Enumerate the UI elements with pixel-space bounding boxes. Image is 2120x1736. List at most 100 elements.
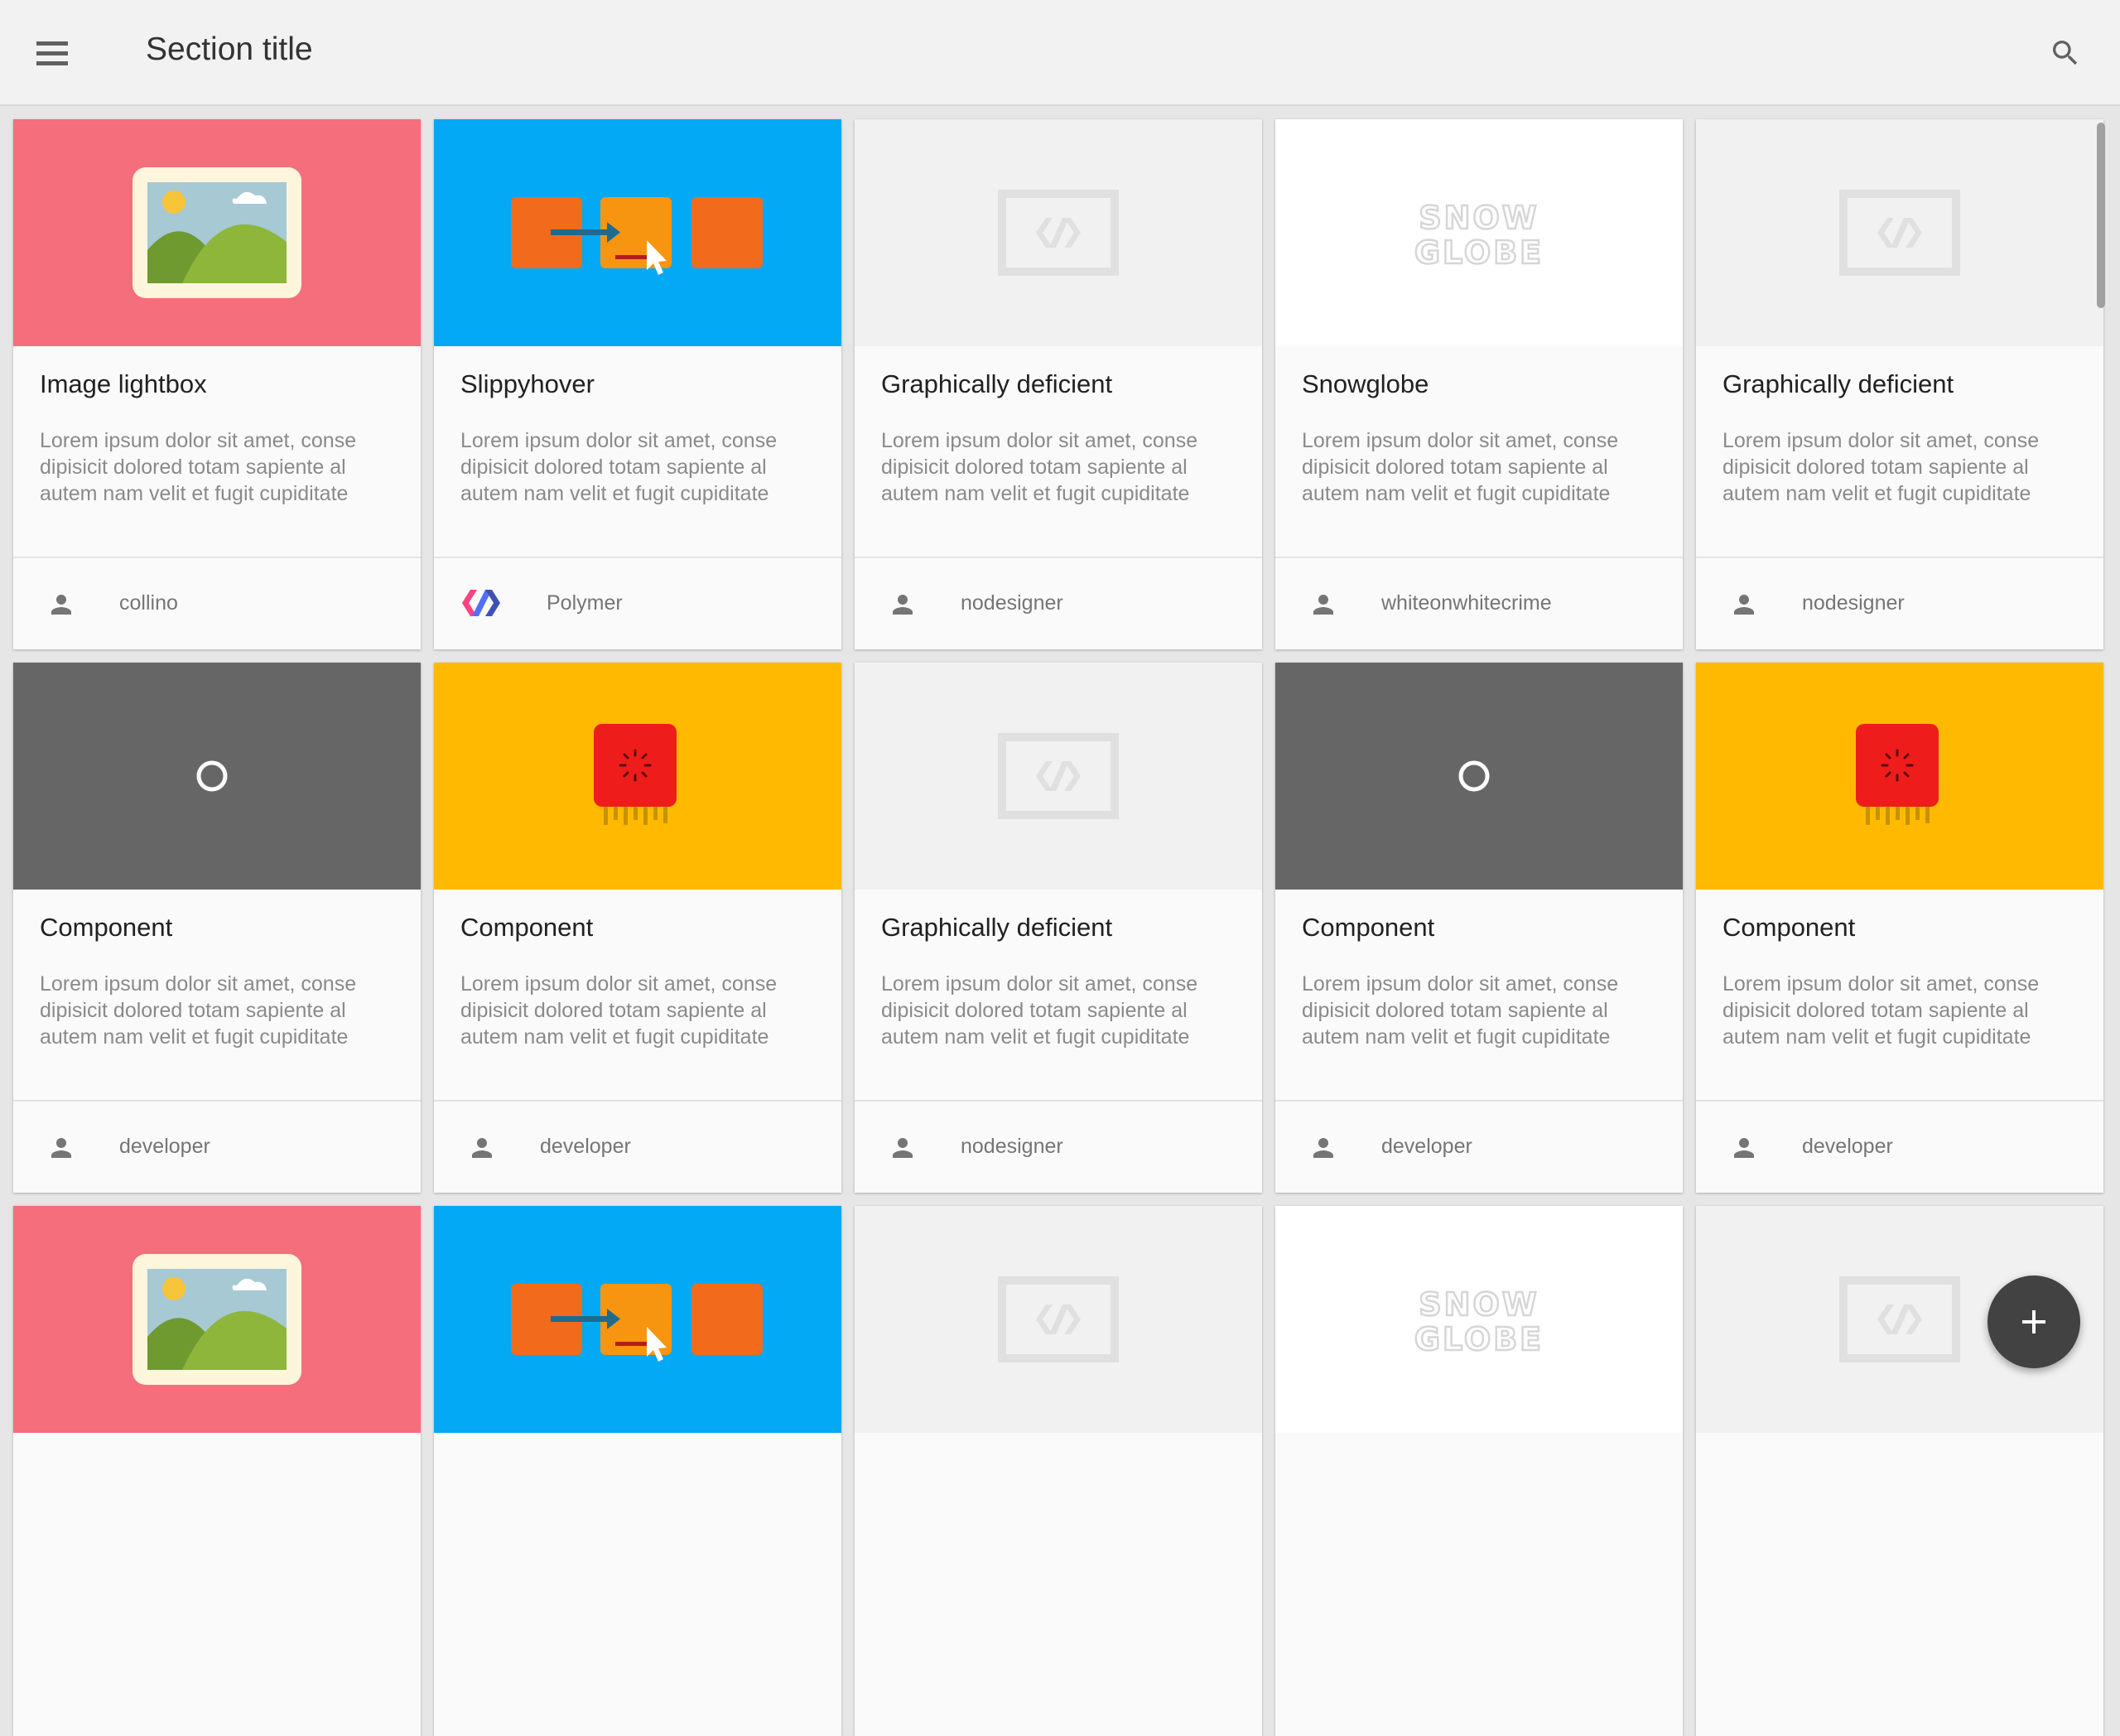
image-lightbox-icon bbox=[132, 167, 301, 298]
card-thumbnail bbox=[13, 119, 421, 346]
card[interactable]: Component Lorem ipsum dolor sit amet, co… bbox=[434, 663, 841, 1193]
card-footer: nodesigner bbox=[855, 557, 1262, 649]
card-description: Lorem ipsum dolor sit amet, conse dipisi… bbox=[40, 429, 357, 505]
card-author[interactable]: collino bbox=[119, 591, 178, 615]
card-author[interactable]: nodesigner bbox=[961, 591, 1063, 615]
card-grid: Image lightbox Lorem ipsum dolor sit ame… bbox=[13, 119, 2103, 1736]
image-lightbox-icon bbox=[132, 1254, 301, 1385]
card-title: Snowglobe bbox=[1302, 369, 1429, 398]
person-icon bbox=[51, 1138, 71, 1158]
card-author[interactable]: whiteonwhitecrime bbox=[1381, 591, 1552, 615]
card-thumbnail bbox=[13, 663, 421, 890]
person-icon bbox=[472, 1138, 492, 1158]
card-footer: nodesigner bbox=[855, 1100, 1262, 1193]
person-icon bbox=[893, 595, 913, 615]
card-thumbnail bbox=[1275, 663, 1683, 890]
ring-icon bbox=[1458, 760, 1490, 792]
card-title: Graphically deficient bbox=[1722, 369, 1954, 398]
card-thumbnail bbox=[1696, 119, 2103, 346]
polymer-logo-icon bbox=[462, 590, 500, 616]
card[interactable]: SNOW GLOBE Snowglobe Lorem ipsum dolor s… bbox=[1275, 119, 1683, 649]
card-title: Component bbox=[460, 913, 594, 942]
slippyhover-icon bbox=[511, 1284, 763, 1362]
card-thumbnail bbox=[434, 1206, 841, 1433]
card-author[interactable]: nodesigner bbox=[1802, 591, 1905, 615]
placeholder-logo-icon bbox=[998, 733, 1119, 819]
card[interactable]: Graphically deficient Lorem ipsum dolor … bbox=[855, 119, 1262, 649]
card-author[interactable]: developer bbox=[119, 1135, 210, 1159]
card-footer: developer bbox=[13, 1100, 421, 1193]
card[interactable]: Component Lorem ipsum dolor sit amet, co… bbox=[1275, 663, 1683, 1193]
card-thumbnail bbox=[855, 663, 1262, 890]
card-description: Lorem ipsum dolor sit amet, conse dipisi… bbox=[881, 972, 1198, 1049]
card-description: Lorem ipsum dolor sit amet, conse dipisi… bbox=[40, 972, 357, 1049]
card[interactable]: Graphically deficient Lorem ipsum dolor … bbox=[855, 663, 1262, 1193]
card-thumbnail: SNOW GLOBE bbox=[1275, 1206, 1683, 1433]
snowglobe-logo-line2: GLOBE bbox=[1414, 234, 1544, 270]
card-footer: collino bbox=[13, 557, 421, 649]
card-thumbnail bbox=[13, 1206, 421, 1433]
person-icon bbox=[1734, 595, 1754, 615]
card-thumbnail bbox=[434, 663, 841, 890]
card-description: Lorem ipsum dolor sit amet, conse dipisi… bbox=[460, 972, 778, 1049]
snowglobe-logo-line1: SNOW bbox=[1419, 200, 1539, 236]
card-title: Image lightbox bbox=[40, 369, 207, 398]
card[interactable] bbox=[434, 1206, 841, 1736]
page-title: Section title bbox=[146, 31, 313, 67]
snowglobe-logo-line1: SNOW bbox=[1419, 1286, 1539, 1323]
card[interactable] bbox=[855, 1206, 1262, 1736]
card[interactable] bbox=[13, 1206, 421, 1736]
person-icon bbox=[1734, 1138, 1754, 1158]
card-description: Lorem ipsum dolor sit amet, conse dipisi… bbox=[460, 429, 778, 505]
card-thumbnail bbox=[1696, 663, 2103, 890]
card-footer: developer bbox=[1275, 1100, 1683, 1193]
slippyhover-icon bbox=[511, 197, 763, 275]
menu-icon[interactable] bbox=[36, 41, 70, 66]
card-description: Lorem ipsum dolor sit amet, conse dipisi… bbox=[881, 429, 1198, 505]
card-title: Component bbox=[40, 913, 173, 942]
card-title: Graphically deficient bbox=[881, 913, 1113, 942]
card-footer: developer bbox=[1696, 1100, 2103, 1193]
card[interactable]: Component Lorem ipsum dolor sit amet, co… bbox=[13, 663, 421, 1193]
card-thumbnail bbox=[855, 1206, 1262, 1433]
spinner-chip-icon bbox=[1856, 724, 1939, 825]
card-description: Lorem ipsum dolor sit amet, conse dipisi… bbox=[1302, 972, 1619, 1049]
card-author[interactable]: Polymer bbox=[547, 591, 623, 615]
spinner-chip-icon bbox=[594, 724, 677, 825]
app-toolbar: Section title bbox=[0, 0, 2120, 106]
card-title: Graphically deficient bbox=[881, 369, 1113, 398]
card-author[interactable]: nodesigner bbox=[961, 1135, 1063, 1159]
placeholder-logo-icon bbox=[998, 1276, 1119, 1362]
person-icon bbox=[1313, 595, 1333, 615]
person-icon bbox=[893, 1138, 913, 1158]
card-title: Component bbox=[1302, 913, 1435, 942]
card-title: Slippyhover bbox=[460, 369, 595, 398]
card-footer: developer bbox=[434, 1100, 841, 1193]
card-description: Lorem ipsum dolor sit amet, conse dipisi… bbox=[1722, 429, 2040, 505]
card[interactable]: Graphically deficient Lorem ipsum dolor … bbox=[1696, 119, 2103, 649]
card-footer: Polymer bbox=[434, 557, 841, 649]
person-icon bbox=[51, 595, 71, 615]
card-thumbnail: SNOW GLOBE bbox=[1275, 119, 1683, 346]
card-author[interactable]: developer bbox=[1381, 1135, 1472, 1159]
card-footer: nodesigner bbox=[1696, 557, 2103, 649]
card-footer: whiteonwhitecrime bbox=[1275, 557, 1683, 649]
card[interactable]: Image lightbox Lorem ipsum dolor sit ame… bbox=[13, 119, 421, 649]
card-title: Component bbox=[1722, 913, 1856, 942]
add-fab-button[interactable] bbox=[1988, 1275, 2080, 1368]
placeholder-logo-icon bbox=[1839, 190, 1960, 276]
card-author[interactable]: developer bbox=[540, 1135, 631, 1159]
card-description: Lorem ipsum dolor sit amet, conse dipisi… bbox=[1722, 972, 2040, 1049]
card[interactable]: Slippyhover Lorem ipsum dolor sit amet, … bbox=[434, 119, 841, 649]
card-thumbnail bbox=[855, 119, 1262, 346]
plus-icon bbox=[2022, 1310, 2045, 1333]
card-description: Lorem ipsum dolor sit amet, conse dipisi… bbox=[1302, 429, 1619, 505]
search-icon[interactable] bbox=[2049, 36, 2082, 70]
card-author[interactable]: developer bbox=[1802, 1135, 1893, 1159]
card[interactable]: Component Lorem ipsum dolor sit amet, co… bbox=[1696, 663, 2103, 1193]
scrollbar-thumb[interactable] bbox=[2097, 123, 2105, 308]
placeholder-logo-icon bbox=[998, 190, 1119, 276]
card[interactable]: SNOW GLOBE bbox=[1275, 1206, 1683, 1736]
snowglobe-logo: SNOW GLOBE bbox=[1414, 1285, 1543, 1357]
snowglobe-logo: SNOW GLOBE bbox=[1414, 199, 1544, 270]
